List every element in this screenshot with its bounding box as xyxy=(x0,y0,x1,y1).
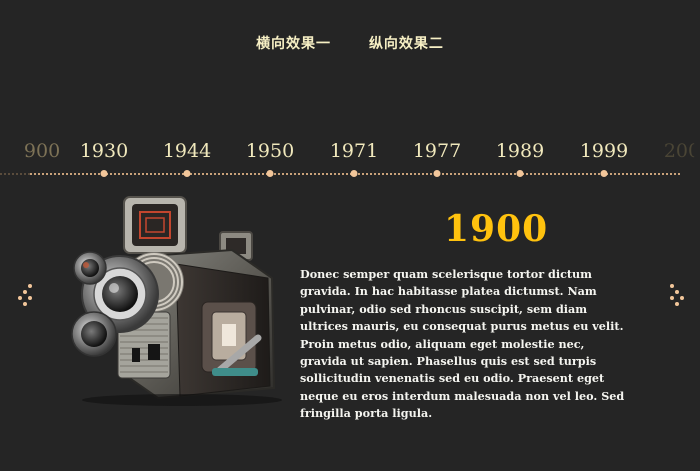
timeline-dot[interactable] xyxy=(516,170,524,177)
timeline-year-1930[interactable]: 1930 xyxy=(80,140,128,162)
timeline-dot[interactable] xyxy=(266,170,274,177)
timeline-year-1977[interactable]: 1977 xyxy=(413,140,461,162)
timeline-dot[interactable] xyxy=(100,170,108,177)
timeline-year-1989[interactable]: 1989 xyxy=(496,140,544,162)
timeline-year-1944[interactable]: 1944 xyxy=(163,140,211,162)
prev-arrow-icon[interactable] xyxy=(18,280,34,310)
timeline-dot[interactable] xyxy=(600,170,608,177)
content-description: Donec semper quam scelerisque tortor dic… xyxy=(300,267,625,421)
next-arrow-icon[interactable] xyxy=(670,280,686,310)
timeline-year-1971[interactable]: 1971 xyxy=(330,140,378,162)
timeline-dot[interactable] xyxy=(350,170,358,177)
timeline-year-1999[interactable]: 1999 xyxy=(580,140,628,162)
top-nav: 横向效果一 纵向效果二 xyxy=(0,33,700,53)
timeline-dot[interactable] xyxy=(183,170,191,177)
camera-image xyxy=(71,196,282,406)
content-year: 1900 xyxy=(444,208,549,250)
timeline-line-left xyxy=(0,173,30,175)
timeline: 1900 1930 1944 1950 1971 1977 1989 1999 … xyxy=(0,140,700,180)
nav-horizontal-link[interactable]: 横向效果一 xyxy=(256,36,331,52)
nav-vertical-link[interactable]: 纵向效果二 xyxy=(369,36,444,52)
timeline-year-2001[interactable]: 2001 xyxy=(664,140,694,162)
timeline-years: 1900 1930 1944 1950 1971 1977 1989 1999 … xyxy=(0,140,700,170)
timeline-year-1900[interactable]: 1900 xyxy=(24,140,60,162)
timeline-dot[interactable] xyxy=(433,170,441,177)
timeline-year-1950[interactable]: 1950 xyxy=(246,140,294,162)
